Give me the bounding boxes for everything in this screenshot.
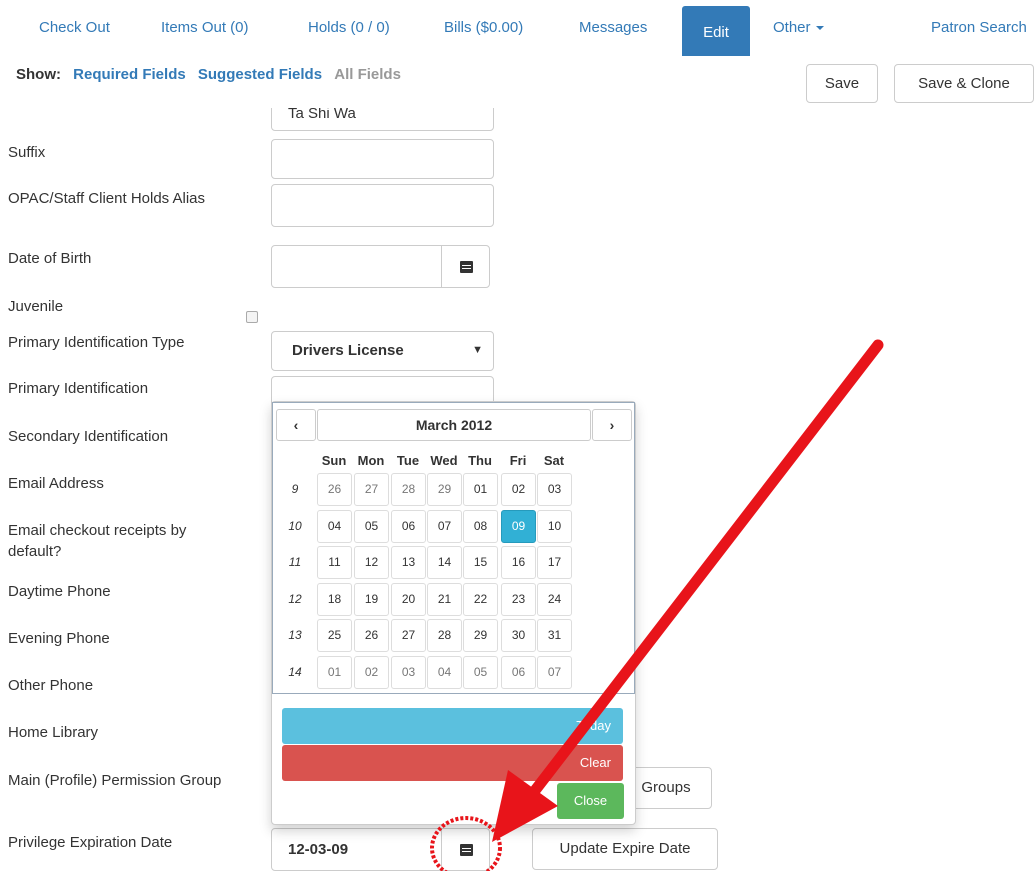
annotation-overlay [430,339,884,871]
annotation-circle [430,816,502,871]
annotation-arrow-shaft [514,339,884,816]
